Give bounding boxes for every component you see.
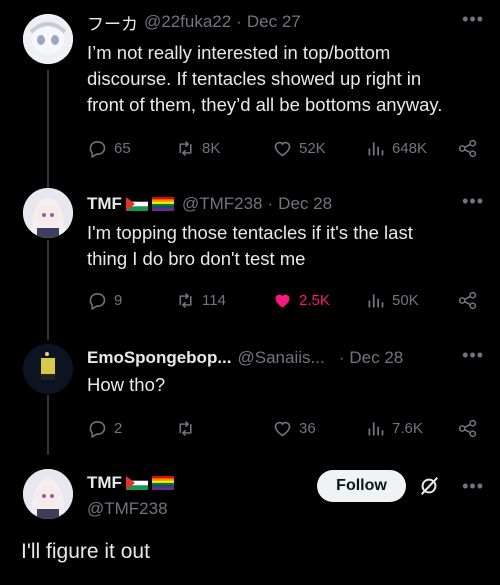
reply-button[interactable]: 9 xyxy=(87,288,122,312)
share-icon xyxy=(458,139,477,157)
view-count: 50K xyxy=(392,291,419,309)
handle[interactable]: @TMF238 xyxy=(182,194,263,214)
tweet-text: How tho? xyxy=(87,372,486,398)
like-button[interactable]: 2.5K xyxy=(272,288,330,312)
heart-icon xyxy=(274,141,291,156)
view-count: 7.6K xyxy=(392,419,423,437)
tweet-header: TMF @TMF238 · Dec 28 ••• xyxy=(87,192,484,216)
retweet-icon xyxy=(179,420,192,436)
share-icon xyxy=(458,419,477,437)
tweet-text-line: I’m not really interested in top/bottom xyxy=(87,42,391,63)
reply-button[interactable]: 2 xyxy=(87,416,122,440)
like-button[interactable]: 36 xyxy=(272,416,316,440)
avatar[interactable] xyxy=(23,344,73,394)
handle[interactable]: @TMF238 xyxy=(87,499,168,519)
reply-button[interactable]: 65 xyxy=(87,136,131,160)
retweet-icon xyxy=(179,292,192,308)
display-name[interactable]: EmoSpongebop... xyxy=(87,348,232,368)
retweet-count: 114 xyxy=(202,291,226,309)
share-button[interactable] xyxy=(457,288,484,312)
views-button[interactable]: 50K xyxy=(365,288,419,312)
more-options-icon[interactable]: ••• xyxy=(462,477,484,495)
more-options-icon[interactable]: ••• xyxy=(462,192,484,210)
views-button[interactable]: 7.6K xyxy=(365,416,423,440)
grok-icon[interactable] xyxy=(418,475,440,497)
avatar[interactable] xyxy=(23,188,73,238)
display-name[interactable]: TMF xyxy=(87,194,122,214)
view-count: 648K xyxy=(392,139,428,157)
share-button[interactable] xyxy=(457,136,484,160)
tweet[interactable]: EmoSpongebop... @Sanaiis... · Dec 28 •••… xyxy=(0,330,500,455)
retweet-button[interactable]: 114 xyxy=(175,288,226,312)
display-name[interactable]: TMF xyxy=(87,473,122,493)
reply-count: 9 xyxy=(114,291,123,309)
tweet-date[interactable]: Dec 27 xyxy=(247,12,301,32)
tweet-header: フーカ @22fuka22 · Dec 27 ••• xyxy=(87,10,484,34)
reply-count: 2 xyxy=(114,419,123,437)
tweet-date[interactable]: Dec 28 xyxy=(349,348,403,368)
tweet-text: I'm topping those tentacles if it's the … xyxy=(87,220,486,272)
more-options-icon[interactable]: ••• xyxy=(462,346,484,364)
anime-avatar-icon xyxy=(23,14,73,64)
tweet-text: I’m not really interested in top/bottom … xyxy=(87,40,486,118)
display-name[interactable]: フーカ xyxy=(87,10,138,35)
retweet-count: 8K xyxy=(202,139,221,157)
avatar[interactable] xyxy=(23,469,73,519)
tweet-header: EmoSpongebop... @Sanaiis... · Dec 28 ••• xyxy=(87,346,484,370)
share-button[interactable] xyxy=(457,416,484,440)
anime-avatar-icon xyxy=(23,188,73,238)
share-icon xyxy=(458,291,477,309)
anime-avatar-icon xyxy=(23,469,73,519)
views-icon xyxy=(368,421,384,435)
like-button[interactable]: 52K xyxy=(272,136,326,160)
reply-icon xyxy=(89,292,106,310)
tweet-text-line: How tho? xyxy=(87,374,166,395)
rainbow-flag-icon xyxy=(151,476,174,490)
retweet-button[interactable]: 8K xyxy=(175,136,220,160)
views-icon xyxy=(368,141,384,155)
rainbow-flag-icon xyxy=(151,197,174,211)
reply-count: 65 xyxy=(114,139,131,157)
tweet-text-line: front of them, they’d all be bottoms any… xyxy=(87,94,443,115)
views-icon xyxy=(368,293,384,307)
tweet[interactable]: フーカ @22fuka22 · Dec 27 ••• I’m not reall… xyxy=(0,0,500,180)
tweet-text-line: I'm topping those tentacles if it's the … xyxy=(87,222,413,243)
retweet-icon xyxy=(179,140,192,156)
like-count: 52K xyxy=(299,139,326,157)
handle[interactable]: @Sanaiis... xyxy=(238,348,325,368)
avatar[interactable] xyxy=(23,14,73,64)
retweet-button[interactable] xyxy=(175,416,202,440)
tweet-date[interactable]: Dec 28 xyxy=(278,194,332,214)
handle-row: @TMF238 xyxy=(87,497,484,521)
reply-icon xyxy=(89,140,106,158)
follow-button[interactable]: Follow xyxy=(317,470,406,502)
reply-text: I'll figure it out xyxy=(21,540,150,563)
like-count: 2.5K xyxy=(299,291,330,309)
reply-icon xyxy=(89,420,106,438)
tweet-text-line: thing I do bro don't test me xyxy=(87,248,306,269)
more-options-icon[interactable]: ••• xyxy=(462,10,484,28)
heart-filled-icon xyxy=(275,294,290,307)
separator-dot: · xyxy=(236,12,242,31)
views-button[interactable]: 648K xyxy=(365,136,427,160)
action-bar: 2 36 7.6K xyxy=(87,416,484,440)
tweet-text-line: discourse. If tentacles showed up right … xyxy=(87,68,422,89)
handle[interactable]: @22fuka22 xyxy=(144,12,231,32)
spongebob-avatar-icon xyxy=(23,344,73,394)
palestine-flag-icon xyxy=(125,197,148,211)
like-count: 36 xyxy=(299,419,316,437)
palestine-flag-icon xyxy=(125,476,148,490)
action-bar: 9 114 2.5K 50K xyxy=(87,288,484,312)
action-bar: 65 8K 52K 648K xyxy=(87,136,484,160)
tweet[interactable]: TMF @TMF238 · Dec 28 ••• I'm topping tho… xyxy=(0,180,500,330)
heart-icon xyxy=(274,421,291,436)
separator-dot: · xyxy=(267,194,274,213)
separator-dot: · xyxy=(338,348,345,367)
